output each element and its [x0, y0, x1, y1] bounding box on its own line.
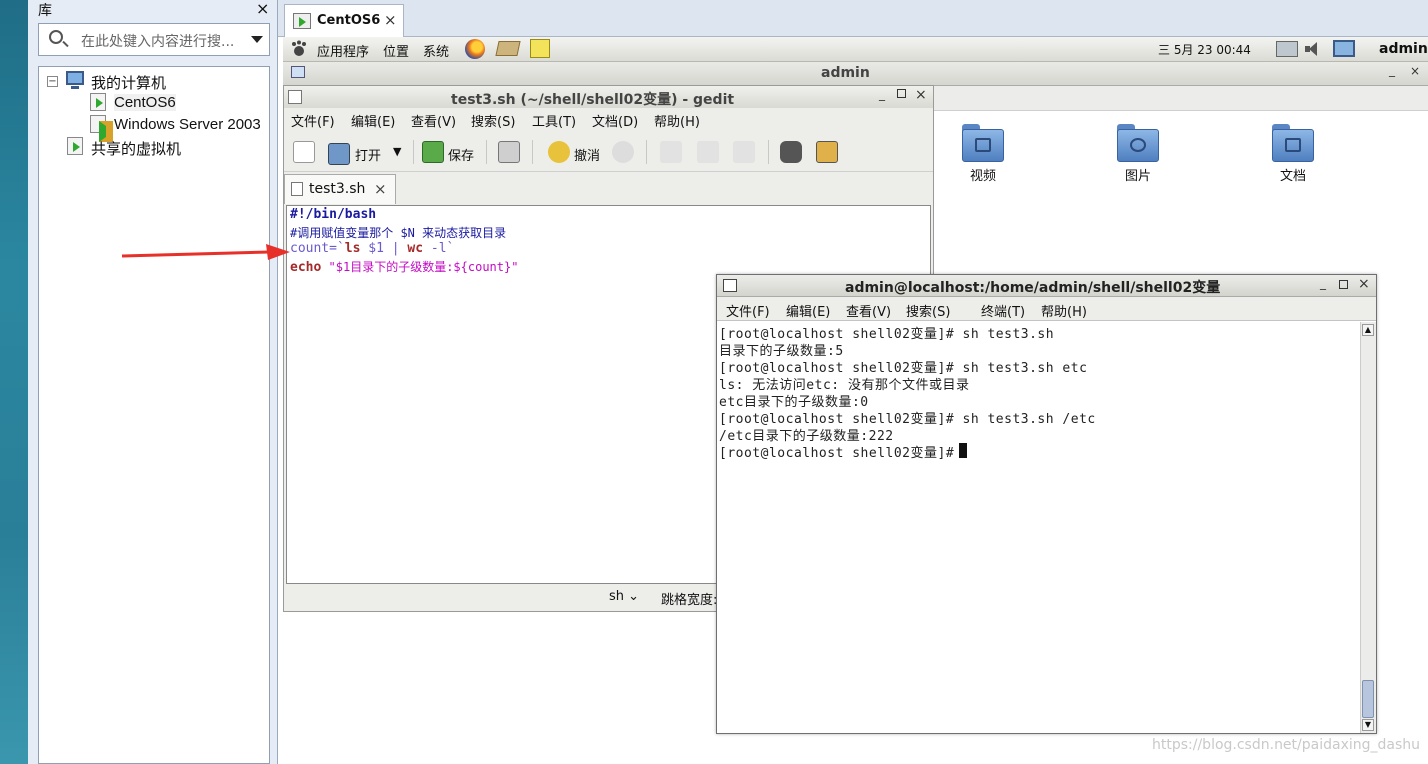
terminal-close-button[interactable]: ×: [1358, 276, 1370, 292]
watermark: https://blog.csdn.net/paidaxing_dashu: [1152, 737, 1421, 753]
terminal-title: admin@localhost:/home/admin/shell/shell0…: [845, 280, 1221, 296]
terminal-scrollbar[interactable]: [1360, 322, 1376, 733]
scrollbar-thumb[interactable]: [1362, 680, 1374, 718]
terminal-menu-view[interactable]: 查看(V): [846, 301, 891, 320]
terminal-cursor: [959, 443, 967, 458]
terminal-menu-search[interactable]: 搜索(S): [906, 301, 950, 320]
terminal-titlebar: admin@localhost:/home/admin/shell/shell0…: [717, 275, 1376, 297]
scroll-down-icon[interactable]: ▼: [1362, 719, 1374, 731]
terminal-prompt[interactable]: [root@localhost shell02变量]#: [719, 442, 963, 461]
terminal-minimize-button[interactable]: _: [1320, 276, 1326, 290]
terminal-menu-help[interactable]: 帮助(H): [1041, 301, 1087, 320]
terminal-menu-edit[interactable]: 编辑(E): [786, 301, 830, 320]
scroll-up-icon[interactable]: ▲: [1362, 324, 1374, 336]
terminal-menu-terminal[interactable]: 终端(T): [981, 301, 1025, 320]
terminal-menu-file[interactable]: 文件(F): [726, 301, 770, 320]
arrow-line: [121, 250, 271, 258]
arrow-head: [266, 244, 290, 260]
terminal-maximize-button[interactable]: [1339, 280, 1348, 289]
terminal-icon: [723, 279, 737, 292]
